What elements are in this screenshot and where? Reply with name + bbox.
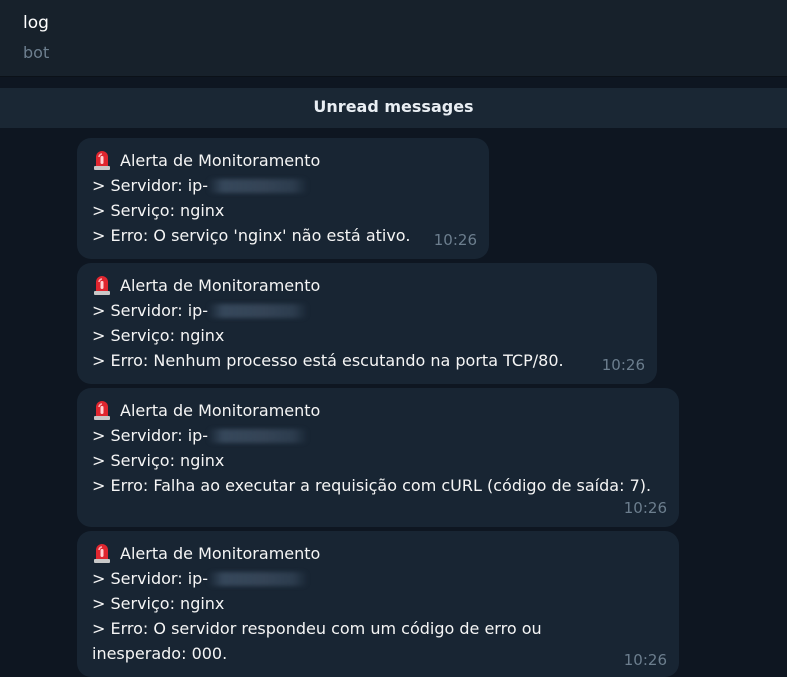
message-service: > Serviço: nginx <box>92 594 225 613</box>
siren-icon <box>94 544 110 563</box>
message-time: 10:26 <box>623 499 667 517</box>
message-error: > Erro: O servidor respondeu com um códi… <box>92 619 542 663</box>
message-title-line: Alerta de Monitoramento <box>92 273 645 298</box>
message-title-line: Alerta de Monitoramento <box>92 398 667 423</box>
unread-messages-divider: Unread messages <box>0 88 787 128</box>
redacted-hostname <box>208 304 309 318</box>
message-bubble[interactable]: Alerta de Monitoramento > Servidor: ip- … <box>77 388 679 527</box>
redacted-hostname <box>208 429 309 443</box>
siren-icon <box>94 401 110 420</box>
message-server-line: > Servidor: ip- <box>92 298 645 323</box>
chat-title: log <box>23 13 49 33</box>
message-server: > Servidor: ip- <box>92 301 209 320</box>
message-bubble[interactable]: Alerta de Monitoramento > Servidor: ip- … <box>77 263 657 384</box>
chat-header[interactable]: log bot <box>0 0 787 77</box>
siren-icon <box>94 151 110 170</box>
message-server: > Servidor: ip- <box>92 426 209 445</box>
message-title-line: Alerta de Monitoramento <box>92 148 477 173</box>
message-service: > Serviço: nginx <box>92 451 225 470</box>
message-time: 10:26 <box>601 356 645 374</box>
message-error: > Erro: Nenhum processo está escutando n… <box>92 351 564 370</box>
message-server-line: > Servidor: ip- <box>92 566 667 591</box>
message-server: > Servidor: ip- <box>92 176 209 195</box>
redacted-hostname <box>208 179 309 193</box>
redacted-hostname <box>208 572 309 586</box>
message-bubble[interactable]: Alerta de Monitoramento > Servidor: ip- … <box>77 531 679 677</box>
siren-icon <box>94 276 110 295</box>
message-title: Alerta de Monitoramento <box>120 401 321 420</box>
message-time: 10:26 <box>623 651 667 669</box>
message-time: 10:26 <box>433 231 477 249</box>
message-server-line: > Servidor: ip- <box>92 423 667 448</box>
message-service: > Serviço: nginx <box>92 326 225 345</box>
message-error: > Erro: Falha ao executar a requisição c… <box>92 476 652 495</box>
message-bubble[interactable]: Alerta de Monitoramento > Servidor: ip- … <box>77 138 489 259</box>
message-server-line: > Servidor: ip- <box>92 173 477 198</box>
message-error: > Erro: O serviço 'nginx' não está ativo… <box>92 226 411 245</box>
chat-subtitle: bot <box>23 43 50 62</box>
message-title: Alerta de Monitoramento <box>120 276 321 295</box>
message-server: > Servidor: ip- <box>92 569 209 588</box>
message-service: > Serviço: nginx <box>92 201 225 220</box>
message-title: Alerta de Monitoramento <box>120 151 321 170</box>
message-title-line: Alerta de Monitoramento <box>92 541 667 566</box>
message-title: Alerta de Monitoramento <box>120 544 321 563</box>
